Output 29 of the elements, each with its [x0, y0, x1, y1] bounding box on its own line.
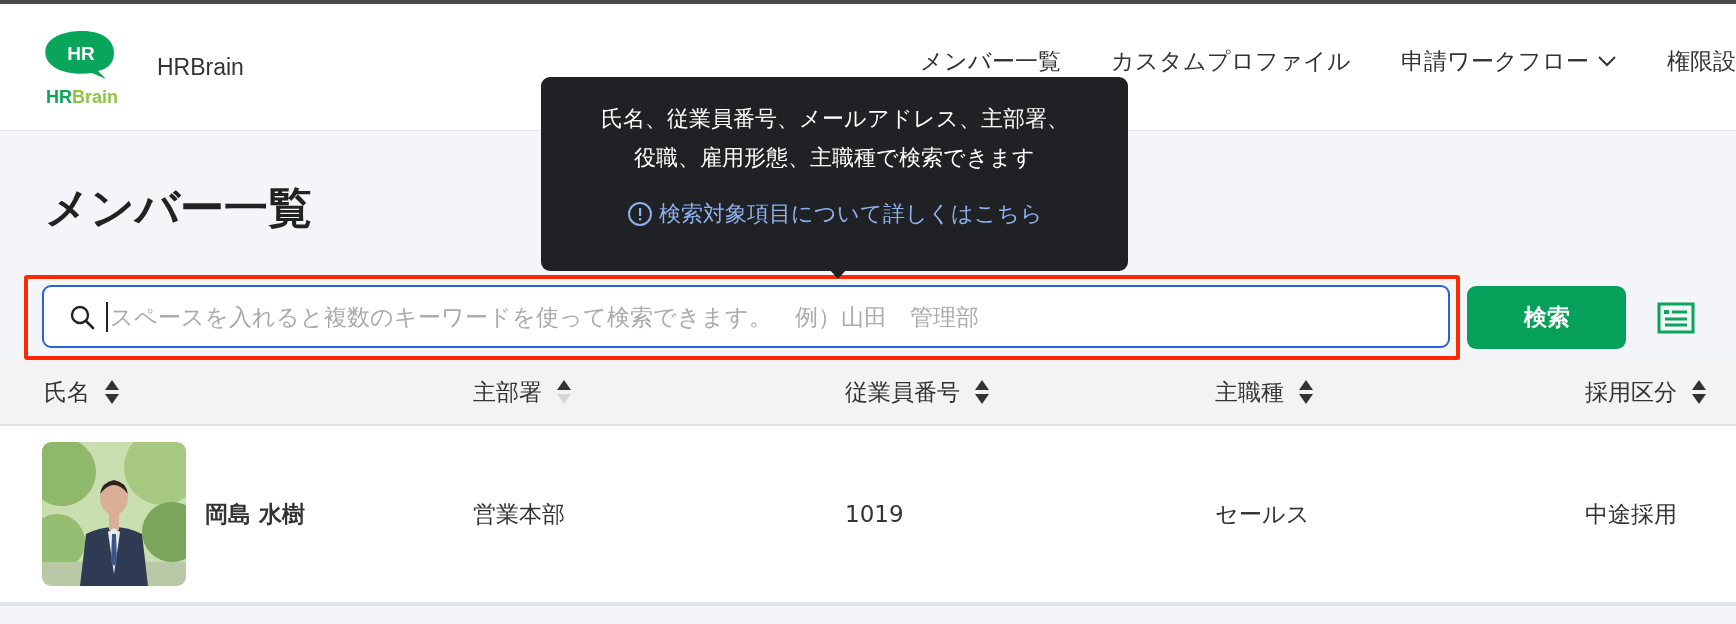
- member-name[interactable]: 岡島 水樹: [203, 498, 305, 530]
- nav-link[interactable]: 申請ワークフロー: [1376, 45, 1642, 77]
- table-cell-text: 1019: [844, 501, 905, 527]
- nav-link[interactable]: メンバー一覧: [895, 45, 1086, 77]
- search-icon: [68, 303, 96, 331]
- column-header: 採用区分: [1585, 377, 1677, 407]
- sort-icon[interactable]: [1298, 378, 1314, 406]
- tooltip-text: 氏名、従業員番号、メールアドレス、主部署、: [599, 105, 1070, 133]
- help-link[interactable]: 検索対象項目について詳しくはこちら: [626, 199, 1043, 228]
- nav-link[interactable]: 権限設: [1642, 45, 1736, 77]
- info-icon: [626, 200, 653, 227]
- column-header: 氏名: [44, 377, 90, 407]
- list-view-icon[interactable]: [1657, 301, 1695, 334]
- column-header: 主部署: [473, 377, 542, 407]
- table-cell-text: セールス: [1214, 499, 1311, 529]
- search-field[interactable]: スペースを入れると複数のキーワードを使って検索できます。 例）山田 管理部: [42, 285, 1450, 348]
- table-cell-text: 中途採用: [1584, 499, 1678, 529]
- page-title: メンバー一覧: [45, 181, 312, 235]
- column-header: 主職種: [1215, 377, 1284, 407]
- sort-icon[interactable]: [556, 378, 572, 406]
- table-cell-text: 営業本部: [472, 499, 566, 529]
- sort-icon[interactable]: [1691, 378, 1707, 406]
- nav-link[interactable]: カスタムプロファイル: [1086, 45, 1376, 77]
- column-header: 従業員番号: [845, 377, 960, 407]
- tooltip-text: 役職、雇用形態、主職種で検索できます: [633, 144, 1036, 172]
- sort-icon[interactable]: [974, 378, 990, 406]
- sort-icon[interactable]: [104, 378, 120, 406]
- table-row[interactable]: 岡島 水樹 営業本部 1019 セールス 中途採用: [0, 426, 1736, 606]
- app-name: HRBrain: [157, 53, 244, 81]
